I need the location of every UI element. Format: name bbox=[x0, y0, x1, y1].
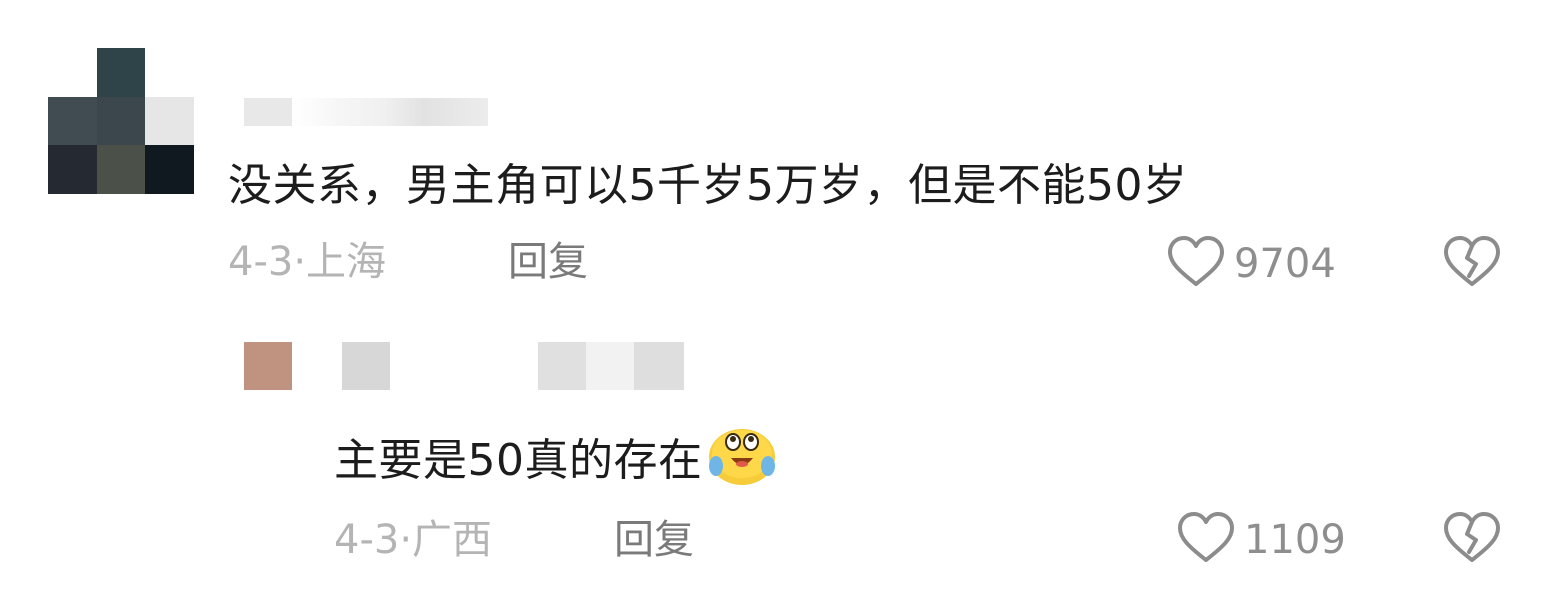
comment-text: 没关系，男主角可以5千岁5万岁，但是不能50岁 bbox=[228, 160, 1188, 211]
username-blurred[interactable] bbox=[342, 342, 390, 390]
avatar-pixel bbox=[145, 96, 194, 146]
broken-heart-icon bbox=[1442, 236, 1502, 294]
like-button[interactable]: 9704 bbox=[1166, 234, 1336, 294]
avatar-pixel bbox=[48, 96, 97, 146]
crying-laughing-emoji bbox=[707, 424, 777, 502]
comment-text-row: 主要是50真的存在 bbox=[334, 424, 777, 502]
avatar[interactable] bbox=[48, 48, 194, 194]
avatar-pixel bbox=[96, 145, 146, 194]
like-count: 1109 bbox=[1244, 517, 1346, 563]
like-count: 9704 bbox=[1234, 241, 1336, 287]
avatar-pixel bbox=[96, 96, 146, 146]
comment-meta: 4-3·上海 bbox=[228, 234, 386, 290]
like-button[interactable]: 1109 bbox=[1176, 510, 1346, 570]
dislike-button[interactable] bbox=[1442, 234, 1502, 294]
avatar-pixel bbox=[96, 48, 146, 97]
reply-button[interactable]: 回复 bbox=[614, 512, 694, 568]
avatar-pixel bbox=[48, 145, 97, 194]
comment-date: 4-3· bbox=[228, 239, 307, 285]
avatar-pixel bbox=[145, 145, 194, 194]
comment-meta: 4-3·广西 bbox=[334, 512, 492, 568]
username-blurred-suffix bbox=[538, 342, 684, 390]
avatar-pixel bbox=[145, 48, 194, 97]
comment-location: 广西 bbox=[412, 517, 493, 563]
avatar[interactable] bbox=[244, 342, 292, 390]
dislike-button[interactable] bbox=[1442, 510, 1502, 570]
username-blurred[interactable] bbox=[244, 98, 488, 126]
avatar-pixel bbox=[48, 48, 97, 97]
heart-outline-icon bbox=[1176, 510, 1236, 570]
comment-date: 4-3· bbox=[334, 517, 413, 563]
broken-heart-icon bbox=[1442, 512, 1502, 570]
comment-location: 上海 bbox=[306, 239, 387, 285]
reply-button[interactable]: 回复 bbox=[508, 234, 588, 290]
heart-outline-icon bbox=[1166, 234, 1226, 294]
comment-text: 主要是50真的存在 bbox=[334, 435, 703, 486]
